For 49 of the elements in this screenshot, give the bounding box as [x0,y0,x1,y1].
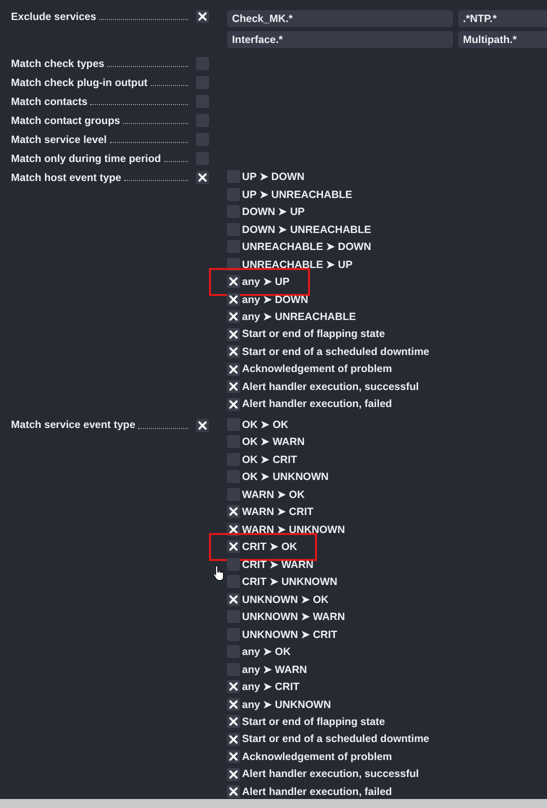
event-label: any ➤ CRIT [242,680,300,694]
event-label: Start or end of a scheduled downtime [242,346,430,358]
event-label: CRIT ➤ WARN [242,558,314,571]
event-label: DOWN ➤ UP [242,205,305,218]
event-label: Start or end of flapping state [242,716,385,728]
event-label: Start or end of flapping state [242,328,385,340]
event-label: any ➤ UNREACHABLE [242,310,356,324]
pattern-field[interactable]: Check_MK.* [227,10,453,27]
event-label: Acknowledgement of problem [242,750,392,763]
option-label: Match check types [11,58,104,70]
event-label: UNKNOWN ➤ WARN [242,610,345,624]
event-label: UNKNOWN ➤ OK [242,592,329,606]
event-label: UNREACHABLE ➤ DOWN [242,240,372,254]
event-label: OK ➤ CRIT [242,452,298,466]
option-label: Match host event type [11,172,122,184]
option-label: Match contact groups [11,114,120,126]
event-label: UP ➤ DOWN [242,170,304,184]
event-label: Alert handler execution, failed [242,786,392,798]
event-label: CRIT ➤ OK [242,540,298,554]
event-label: any ➤ UP [242,275,290,288]
event-label: any ➤ DOWN [242,292,308,306]
pattern-field[interactable]: Interface.* [227,31,453,48]
event-label: WARN ➤ UNKNOWN [242,522,345,536]
option-label: Match check plug-in output [11,76,148,88]
event-label: UNREACHABLE ➤ UP [242,258,353,271]
event-label: OK ➤ WARN [242,435,305,448]
event-label: any ➤ UNKNOWN [242,698,331,711]
event-label: Alert handler execution, successful [242,768,419,780]
event-label: WARN ➤ OK [242,488,305,501]
event-label: DOWN ➤ UNREACHABLE [242,222,372,236]
event-label: Alert handler execution, failed [242,398,392,410]
event-label: UNKNOWN ➤ CRIT [242,628,338,641]
option-label: Exclude services [11,10,96,22]
pattern-field[interactable]: .*NTP.* [458,10,547,27]
option-label: Match service level [11,134,107,146]
option-label: Match service event type [11,419,136,431]
event-label: any ➤ OK [242,645,291,658]
event-label: UP ➤ UNREACHABLE [242,188,352,201]
event-label: OK ➤ OK [242,418,288,431]
option-label: Match contacts [11,96,88,108]
event-label: CRIT ➤ UNKNOWN [242,575,338,588]
pattern-field[interactable]: Multipath.* [458,31,547,48]
event-label: Acknowledgement of problem [242,363,392,376]
event-label: Alert handler execution, successful [242,380,419,393]
event-label: any ➤ WARN [242,662,308,676]
event-label: WARN ➤ CRIT [242,505,314,518]
event-label: OK ➤ UNKNOWN [242,470,329,484]
event-label: Start or end of a scheduled downtime [242,733,430,746]
option-label: Match only during time period [11,152,161,164]
